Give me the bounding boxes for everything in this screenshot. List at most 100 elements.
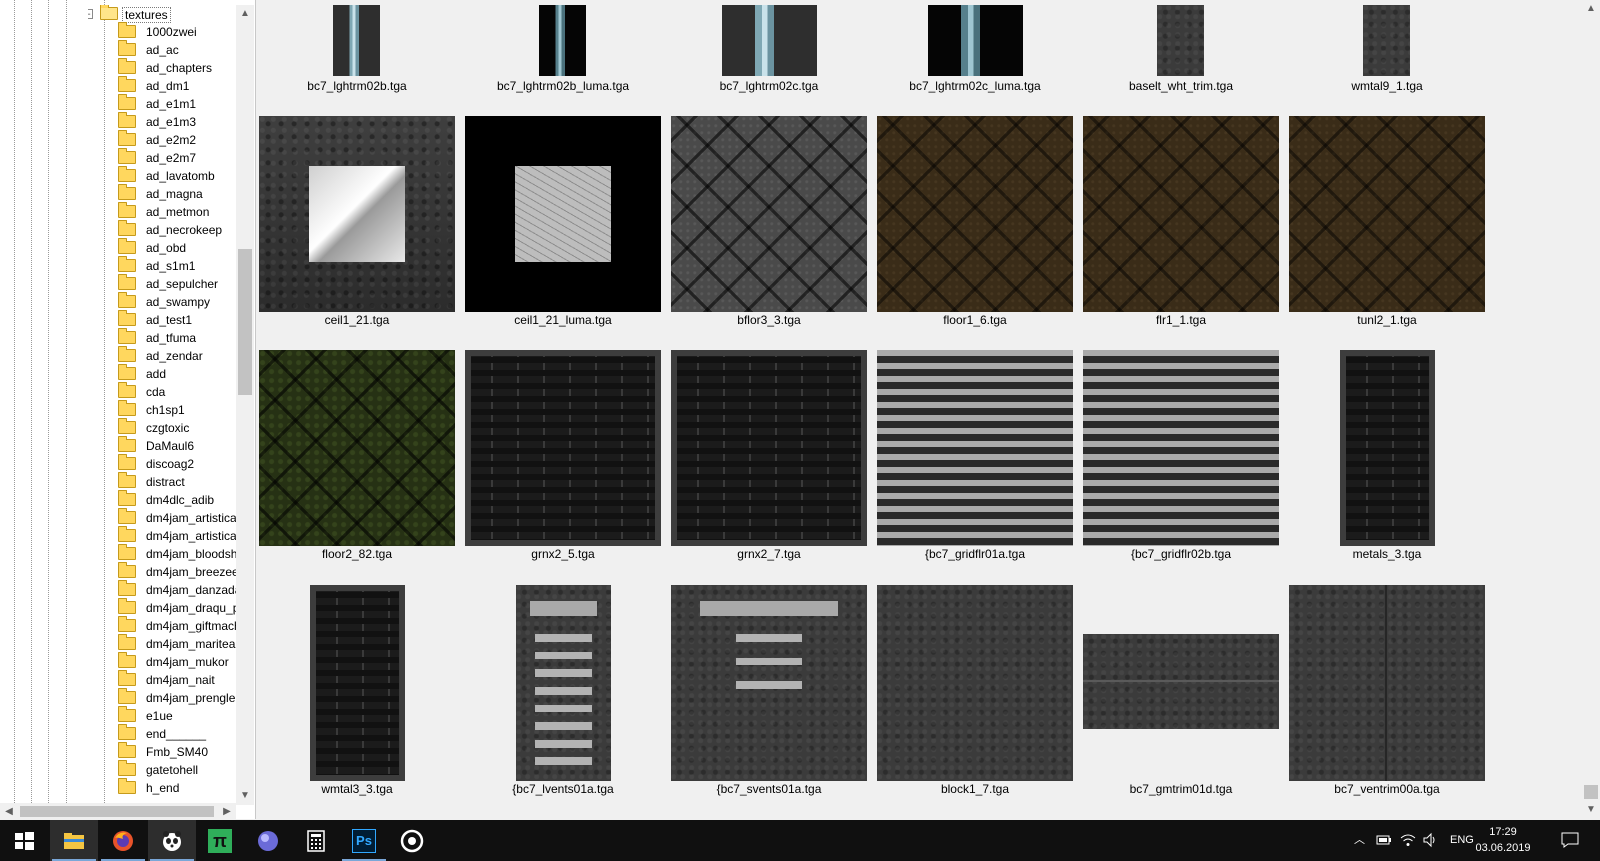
texture-detail bbox=[535, 651, 592, 660]
texture-preview[interactable] bbox=[465, 350, 661, 546]
obs-app-button[interactable] bbox=[388, 820, 436, 861]
clock[interactable]: 17:29 03.06.2019 bbox=[1468, 824, 1538, 856]
texture-preview[interactable] bbox=[877, 116, 1073, 312]
texture-preview[interactable] bbox=[259, 350, 455, 546]
tree-root-textures[interactable]: − textures bbox=[88, 5, 236, 23]
tree-item[interactable]: add bbox=[118, 364, 236, 383]
tree-item[interactable]: dm4jam_giftmach bbox=[118, 616, 236, 635]
scroll-left-icon[interactable]: ◀ bbox=[0, 803, 18, 820]
texture-preview[interactable] bbox=[1363, 5, 1410, 76]
calculator-button[interactable] bbox=[292, 820, 340, 861]
scroll-up-icon[interactable]: ▲ bbox=[1582, 0, 1600, 18]
start-button[interactable] bbox=[0, 820, 48, 861]
texture-preview[interactable] bbox=[310, 585, 405, 781]
tree-item[interactable]: dm4jam_artistical2 bbox=[118, 526, 236, 545]
texture-preview[interactable] bbox=[1289, 116, 1485, 312]
tree-item[interactable]: dm4jam_artistical bbox=[118, 508, 236, 527]
texture-preview[interactable] bbox=[928, 5, 1023, 76]
tree-item[interactable]: ad_e1m1 bbox=[118, 94, 236, 113]
texture-preview[interactable] bbox=[877, 350, 1073, 546]
tree-item[interactable]: DaMaul6 bbox=[118, 436, 236, 455]
thumbnail-filename: bc7_lghtrm02b.tga bbox=[307, 79, 407, 93]
tree-item[interactable]: dm4dlc_adib bbox=[118, 490, 236, 509]
texture-preview[interactable] bbox=[671, 350, 867, 546]
battery-icon[interactable] bbox=[1376, 834, 1392, 846]
tree-item[interactable]: ad_test1 bbox=[118, 310, 236, 329]
tree-item[interactable]: ad_e2m2 bbox=[118, 130, 236, 149]
tree-item[interactable]: dm4jam_prengle bbox=[118, 688, 236, 707]
scroll-down-icon[interactable]: ▼ bbox=[236, 787, 254, 805]
collapse-icon[interactable]: − bbox=[88, 9, 93, 19]
tree-item[interactable]: discoag2 bbox=[118, 454, 236, 473]
tree-item[interactable]: ad_e1m3 bbox=[118, 112, 236, 131]
tree-item[interactable]: dm4jam_draqu_pr bbox=[118, 598, 236, 617]
tree-item[interactable]: ad_obd bbox=[118, 238, 236, 257]
tree-item[interactable]: ad_dm1 bbox=[118, 76, 236, 95]
texture-preview[interactable] bbox=[671, 585, 867, 781]
scroll-down-icon[interactable]: ▼ bbox=[1582, 801, 1600, 819]
orb-app-button[interactable] bbox=[244, 820, 292, 861]
tree-item[interactable]: ad_ac bbox=[118, 40, 236, 59]
tree-item[interactable]: dm4jam_mukor bbox=[118, 652, 236, 671]
volume-icon[interactable] bbox=[1422, 832, 1438, 848]
tree-item[interactable]: ad_chapters bbox=[118, 58, 236, 77]
pi-app-button[interactable]: π bbox=[196, 820, 244, 861]
tree-item[interactable]: dm4jam_mariteau bbox=[118, 634, 236, 653]
texture-preview[interactable] bbox=[1083, 350, 1279, 546]
tree-item-label: ad_sepulcher bbox=[146, 277, 219, 291]
tree-item[interactable]: ad_metmon bbox=[118, 202, 236, 221]
grid-vertical-scrollbar[interactable]: ▲ ▼ bbox=[1582, 0, 1600, 819]
tree-item[interactable]: cda bbox=[118, 382, 236, 401]
tree-vertical-scrollbar[interactable]: ▲ ▼ bbox=[236, 5, 254, 805]
texture-preview[interactable] bbox=[333, 5, 380, 76]
tree-item[interactable]: dm4jam_breezeep bbox=[118, 562, 236, 581]
texture-preview[interactable] bbox=[722, 5, 817, 76]
texture-preview[interactable] bbox=[465, 116, 661, 312]
tree-item[interactable]: ch1sp1 bbox=[118, 400, 236, 419]
tree-item[interactable]: ad_e2m7 bbox=[118, 148, 236, 167]
show-hidden-icons-icon[interactable]: ︿ bbox=[1354, 820, 1365, 861]
scroll-up-icon[interactable]: ▲ bbox=[236, 5, 254, 23]
tree-item[interactable]: e1ue bbox=[118, 706, 236, 725]
tree-item[interactable]: czgtoxic bbox=[118, 418, 236, 437]
texture-preview[interactable] bbox=[539, 5, 586, 76]
wifi-icon[interactable] bbox=[1400, 832, 1416, 848]
texture-preview[interactable] bbox=[1289, 585, 1485, 781]
panda-app-button[interactable] bbox=[148, 820, 196, 861]
tree-item[interactable]: dm4jam_danzadar bbox=[118, 580, 236, 599]
tree-item[interactable]: h_end bbox=[118, 778, 236, 797]
tree-item[interactable]: ad_s1m1 bbox=[118, 256, 236, 275]
texture-preview[interactable] bbox=[1157, 5, 1204, 76]
texture-preview[interactable] bbox=[877, 585, 1073, 781]
tree-item[interactable]: ad_tfuma bbox=[118, 328, 236, 347]
tree-item[interactable]: gatetohell bbox=[118, 760, 236, 779]
scroll-thumb[interactable] bbox=[20, 806, 214, 817]
tree-item[interactable]: 1000zwei bbox=[118, 22, 236, 41]
texture-preview[interactable] bbox=[516, 585, 611, 781]
tree-item[interactable]: ad_necrokeep bbox=[118, 220, 236, 239]
scroll-thumb[interactable] bbox=[1584, 785, 1598, 799]
texture-preview[interactable] bbox=[1340, 350, 1435, 546]
tree-item[interactable]: ad_lavatomb bbox=[118, 166, 236, 185]
file-explorer-button[interactable] bbox=[50, 820, 98, 861]
tree-item[interactable]: ad_swampy bbox=[118, 292, 236, 311]
photoshop-button[interactable]: Ps bbox=[340, 820, 388, 861]
firefox-button[interactable] bbox=[99, 820, 147, 861]
texture-preview[interactable] bbox=[1083, 116, 1279, 312]
tree-item[interactable]: dm4jam_bloodshe bbox=[118, 544, 236, 563]
folder-icon bbox=[118, 508, 136, 525]
tree-item[interactable]: end______ bbox=[118, 724, 236, 743]
tree-item[interactable]: ad_zendar bbox=[118, 346, 236, 365]
tree-item[interactable]: ad_magna bbox=[118, 184, 236, 203]
texture-preview[interactable] bbox=[671, 116, 867, 312]
scroll-thumb[interactable] bbox=[238, 249, 252, 395]
scroll-right-icon[interactable]: ▶ bbox=[218, 803, 236, 820]
texture-preview[interactable] bbox=[259, 116, 455, 312]
tree-item[interactable]: ad_sepulcher bbox=[118, 274, 236, 293]
texture-preview[interactable] bbox=[1083, 634, 1279, 729]
tree-horizontal-scrollbar[interactable]: ◀ ▶ bbox=[0, 803, 236, 820]
tree-item[interactable]: dm4jam_nait bbox=[118, 670, 236, 689]
action-center-icon[interactable] bbox=[1561, 832, 1579, 848]
tree-item[interactable]: distract bbox=[118, 472, 236, 491]
tree-item[interactable]: Fmb_SM40 bbox=[118, 742, 236, 761]
